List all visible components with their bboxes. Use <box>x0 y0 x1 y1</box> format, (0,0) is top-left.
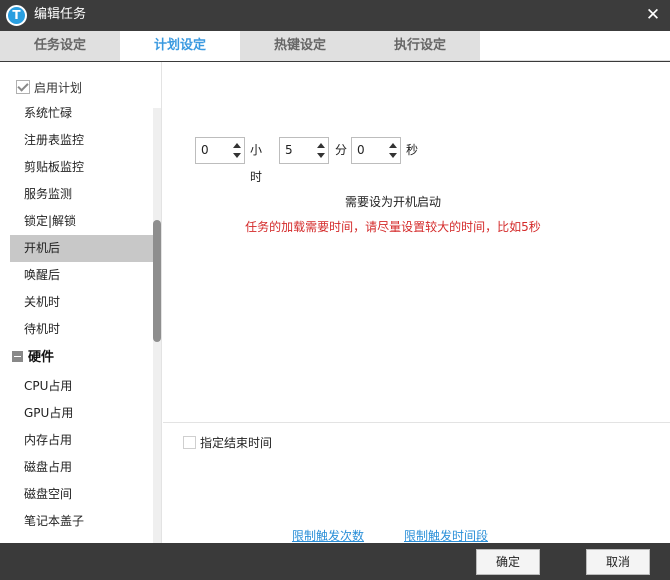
group-hardware-label: 硬件 <box>28 350 55 365</box>
close-icon[interactable]: ✕ <box>636 0 670 31</box>
enable-schedule-checkbox[interactable] <box>16 80 30 94</box>
list-item-service-monitor[interactable]: 服务监测 <box>10 181 154 208</box>
tab-bar: 任务设定 计划设定 热键设定 执行设定 <box>0 31 670 61</box>
list-item-memory-usage[interactable]: 内存占用 <box>10 427 154 454</box>
collapse-icon[interactable] <box>12 351 23 362</box>
end-time-row[interactable]: 指定结束时间 <box>183 435 272 451</box>
seconds-up-icon[interactable] <box>389 143 397 148</box>
scrollbar-thumb[interactable] <box>153 220 161 342</box>
end-time-label: 指定结束时间 <box>200 436 273 450</box>
sidebar-scrollbar[interactable] <box>153 108 161 543</box>
list-item-clipboard-monitor[interactable]: 剪贴板监控 <box>10 154 154 181</box>
list-item-system-busy[interactable]: 系统忙碌 <box>10 100 154 127</box>
minutes-stepper[interactable]: 5 <box>279 137 329 164</box>
enable-schedule-label: 启用计划 <box>34 81 83 95</box>
minutes-up-icon[interactable] <box>317 143 325 148</box>
seconds-stepper[interactable]: 0 <box>351 137 401 164</box>
minutes-unit-label: 分 <box>335 143 348 157</box>
seconds-down-icon[interactable] <box>389 153 397 158</box>
hours-down-icon[interactable] <box>233 153 241 158</box>
load-time-warning: 任务的加载需要时间，请尽量设置较大的时间，比如5秒 <box>245 220 541 234</box>
list-item-disk-usage[interactable]: 磁盘占用 <box>10 454 154 481</box>
minutes-down-icon[interactable] <box>317 153 325 158</box>
tab-hotkey-settings[interactable]: 热键设定 <box>240 31 360 61</box>
limit-count-link[interactable]: 限制触发次数 <box>292 527 364 544</box>
app-logo-icon: T <box>6 5 27 26</box>
enable-schedule-row[interactable]: 启用计划 <box>16 79 82 97</box>
trigger-list: 系统忙碌 注册表监控 剪贴板监控 服务监测 锁定|解锁 开机后 唤醒后 关机时 … <box>10 100 154 535</box>
dialog-footer: 确定 取消 <box>0 543 670 580</box>
tab-execution-settings[interactable]: 执行设定 <box>360 31 480 61</box>
seconds-value[interactable]: 0 <box>357 138 365 163</box>
list-item-after-wake[interactable]: 唤醒后 <box>10 262 154 289</box>
list-item-lock-unlock[interactable]: 锁定|解锁 <box>10 208 154 235</box>
hours-unit-label: 小时 <box>250 143 263 184</box>
boot-requirement-note: 需要设为开机启动 <box>344 195 441 209</box>
group-hardware[interactable]: 硬件 <box>10 343 154 373</box>
trigger-sidebar: 启用计划 系统忙碌 注册表监控 剪贴板监控 服务监测 锁定|解锁 开机后 唤醒后… <box>0 62 162 543</box>
hours-up-icon[interactable] <box>233 143 241 148</box>
list-item-gpu-usage[interactable]: GPU占用 <box>10 400 154 427</box>
hours-value[interactable]: 0 <box>201 138 209 163</box>
ok-button[interactable]: 确定 <box>476 549 540 575</box>
hours-stepper[interactable]: 0 <box>195 137 245 164</box>
list-item-on-shutdown[interactable]: 关机时 <box>10 289 154 316</box>
list-item-on-standby[interactable]: 待机时 <box>10 316 154 343</box>
seconds-unit-label: 秒 <box>406 143 419 157</box>
window-title: 编辑任务 <box>34 7 87 22</box>
tab-task-settings[interactable]: 任务设定 <box>0 31 120 61</box>
list-item-after-boot[interactable]: 开机后 <box>10 235 154 262</box>
minutes-value[interactable]: 5 <box>285 138 293 163</box>
divider <box>163 422 670 423</box>
list-item-laptop-lid[interactable]: 笔记本盖子 <box>10 508 154 535</box>
cancel-button[interactable]: 取消 <box>586 549 650 575</box>
list-item-disk-space[interactable]: 磁盘空间 <box>10 481 154 508</box>
end-time-checkbox[interactable] <box>183 436 196 449</box>
limit-interval-link[interactable]: 限制触发时间段 <box>404 527 488 544</box>
content-area: 启用计划 系统忙碌 注册表监控 剪贴板监控 服务监测 锁定|解锁 开机后 唤醒后… <box>0 62 670 543</box>
list-item-registry-monitor[interactable]: 注册表监控 <box>10 127 154 154</box>
tab-schedule-settings[interactable]: 计划设定 <box>120 31 240 61</box>
schedule-panel: 0 小时 5 分 0 秒 需要设为开机启动 任务的加载需要时间，请尽量设置较大的… <box>163 62 670 543</box>
title-bar: T 编辑任务 ✕ <box>0 0 670 31</box>
list-item-cpu-usage[interactable]: CPU占用 <box>10 373 154 400</box>
